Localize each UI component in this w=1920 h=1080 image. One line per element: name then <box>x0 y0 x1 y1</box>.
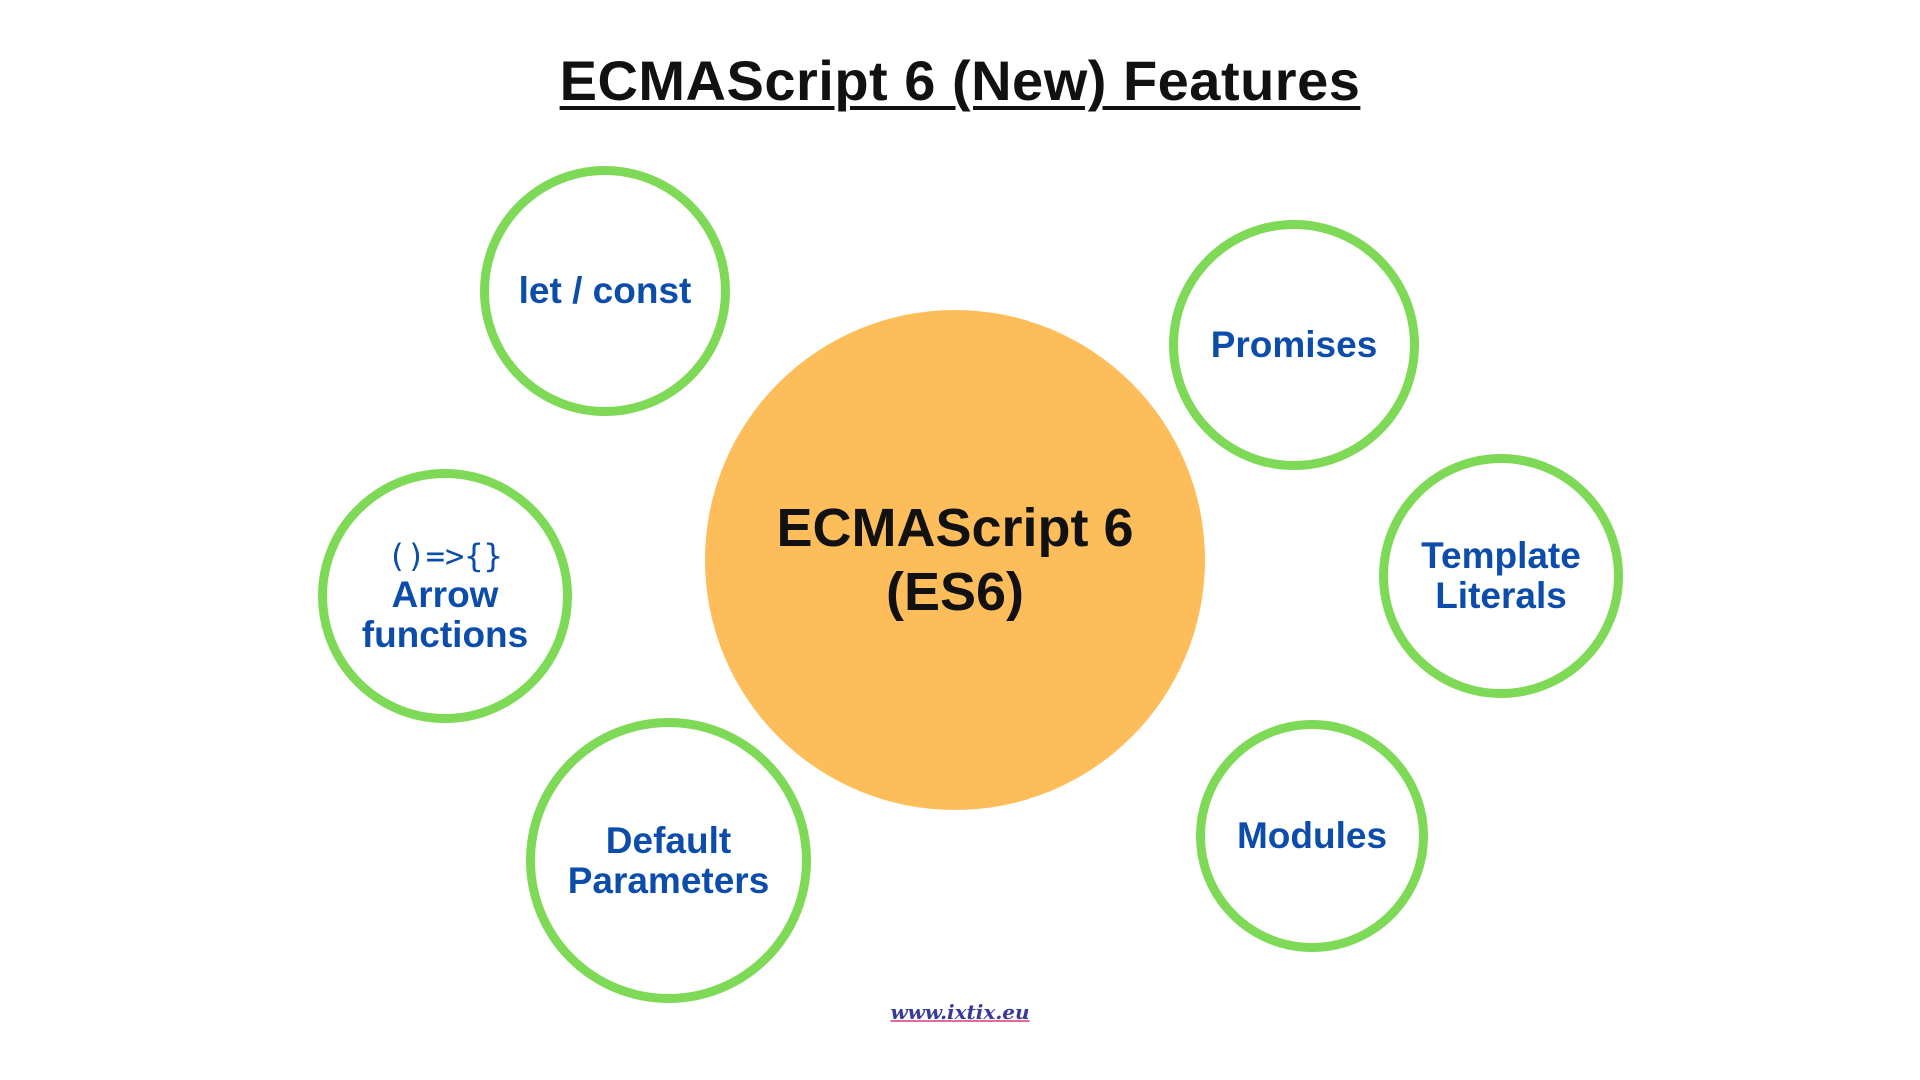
node-default-label-line2: Parameters <box>567 859 770 901</box>
node-arrow-label-line2: functions <box>361 614 529 655</box>
center-label-line1: ECMAScript 6 <box>776 498 1134 558</box>
page-title: ECMAScript 6 (New) Features <box>559 49 1361 112</box>
node-template-label-line1: Template <box>1421 535 1581 576</box>
node-default-parameters: Default Parameters <box>526 718 811 1003</box>
node-arrow-functions: ()=>{} Arrow functions <box>318 469 572 723</box>
node-promises-label: Promises <box>1210 324 1378 365</box>
node-template-label-line2: Literals <box>1435 575 1567 616</box>
node-default-label-line1: Default <box>605 819 732 861</box>
center-label-line2: (ES6) <box>885 562 1025 622</box>
node-modules: Modules <box>1196 720 1428 952</box>
node-arrow-label-line1: Arrow <box>391 574 499 615</box>
node-let-const: let / const <box>480 166 730 416</box>
node-promises: Promises <box>1169 220 1419 470</box>
watermark-url: www.ixtix.eu <box>890 1000 1030 1024</box>
diagram-canvas: ECMAScript 6 (New) Features ECMAScript 6… <box>0 0 1920 1080</box>
node-let-const-label: let / const <box>518 270 692 311</box>
center-circle: ECMAScript 6 (ES6) <box>705 310 1205 810</box>
node-template-literals: Template Literals <box>1379 454 1623 698</box>
node-modules-label: Modules <box>1236 815 1388 856</box>
arrow-function-glyph: ()=>{} <box>387 537 503 575</box>
